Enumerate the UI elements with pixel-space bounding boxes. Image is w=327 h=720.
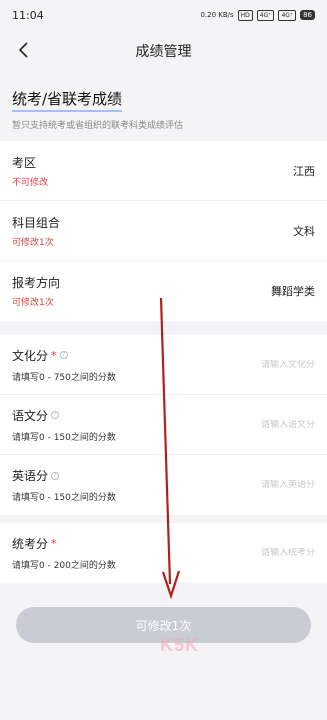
section-subtitle: 暂只支持统考或省组织的联考科类成绩评估 [12,121,184,131]
row-value: 文科 [293,224,315,238]
status-bar: 11:04 0.20 KB/s HD 4G⁺ 4G⁺ 86 [0,0,327,30]
chevron-left-icon [18,42,28,58]
row-label: 考区 [12,155,37,170]
row-chinese-score: 语文分 ? 请填写0 - 150之间的分数 [0,395,327,455]
row-label: 报考方向 [12,276,61,290]
unified-score-input[interactable] [205,548,315,558]
row-hint: 请填写0 - 150之间的分数 [12,432,116,443]
score-card: 文化分 * ? 请填写0 - 750之间的分数 语文分 ? 请填写0 - 150… [0,335,327,515]
row-note: 可修改1次 [12,298,54,308]
row-label: 英语分 [12,469,49,483]
english-score-input[interactable] [205,480,315,490]
row-label: 统考分 [12,537,49,551]
row-note: 不可修改 [12,177,49,188]
row-culture-score: 文化分 * ? 请填写0 - 750之间的分数 [0,335,327,395]
row-label: 文化分 [12,348,49,363]
required-mark: * [51,348,57,362]
row-label: 语文分 [12,408,49,423]
row-value: 江西 [293,164,315,178]
watermark-logo: K5K [160,635,200,655]
help-icon[interactable]: ? [51,471,60,480]
signal-1-icon: 4G⁺ [256,9,275,21]
info-card: 考区 不可修改 江西 科目组合 可修改1次 文科 报考方向 可修改1次 舞蹈学类 [0,141,327,321]
back-button[interactable] [12,38,36,62]
culture-score-input[interactable] [205,359,315,370]
required-mark: * [51,537,57,550]
row-unified-score: 统考分 * 请填写0 - 200之间的分数 [0,523,327,583]
row-label: 科目组合 [12,215,61,230]
row-hint: 请填写0 - 750之间的分数 [12,372,116,383]
header-block: 统考/省联考成绩 暂只支持统考或省组织的联考科类成绩评估 [0,72,327,141]
row-note: 可修改1次 [12,237,54,248]
battery-icon: 86 [300,10,315,20]
unified-score-card: 统考分 * 请填写0 - 200之间的分数 [0,523,327,583]
net-speed: 0.20 KB/s [200,11,234,19]
row-hint: 请填写0 - 150之间的分数 [12,493,116,503]
row-value: 舞蹈学类 [271,285,315,298]
status-time: 11:04 [12,8,44,22]
row-hint: 请填写0 - 200之间的分数 [12,561,116,571]
row-exam-area[interactable]: 考区 不可修改 江西 [0,141,327,201]
status-icons: 0.20 KB/s HD 4G⁺ 4G⁺ 86 [200,9,315,21]
hd-icon: HD [237,9,253,21]
nav-bar: 成绩管理 [0,30,327,72]
help-icon[interactable]: ? [51,411,60,419]
help-icon[interactable]: ? [59,351,68,359]
section-heading: 统考/省联考成绩 [12,88,123,112]
row-english-score: 英语分 ? 请填写0 - 150之间的分数 [0,455,327,515]
page-title: 成绩管理 [135,44,192,60]
row-apply-direction[interactable]: 报考方向 可修改1次 舞蹈学类 [0,261,327,321]
row-subject-combo[interactable]: 科目组合 可修改1次 文科 [0,201,327,261]
signal-2-icon: 4G⁺ [278,9,297,21]
chinese-score-input[interactable] [205,419,315,430]
